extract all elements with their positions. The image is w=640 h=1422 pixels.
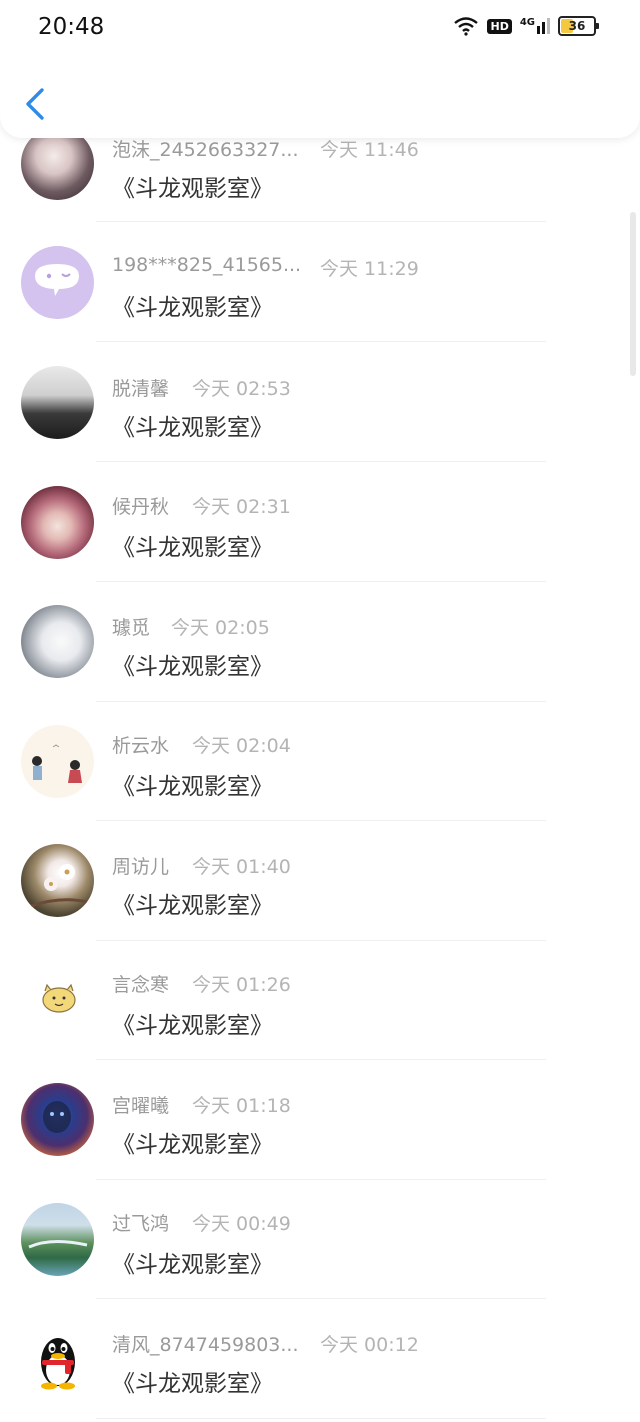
battery-icon: 36	[558, 16, 599, 36]
avatar[interactable]	[21, 366, 94, 439]
message-row[interactable]: 198***825_41565... 今天 11:29 《斗龙观影室》	[0, 222, 600, 342]
avatar[interactable]	[21, 605, 94, 678]
sender-name: 言念寒	[112, 974, 170, 996]
sender-name: 周访儿	[112, 856, 170, 878]
status-time: 20:48	[38, 14, 105, 40]
sender-name: 璩觅	[112, 617, 151, 639]
message-row[interactable]: 候丹秋 今天 02:31 《斗龙观影室》	[0, 462, 600, 582]
sender-name: 198***825_41565...	[112, 254, 302, 276]
message-time: 今天 02:04	[192, 735, 291, 757]
message-time: 今天 01:26	[192, 974, 291, 996]
message-text: 《斗龙观影室》	[112, 1371, 273, 1397]
sender-name: 脱清馨	[112, 378, 170, 400]
message-row[interactable]: 脱清馨 今天 02:53 《斗龙观影室》	[0, 342, 600, 462]
top-header: 20:48 HD 4G 36	[0, 0, 640, 138]
message-row[interactable]: 析云水 今天 02:04 《斗龙观影室》	[0, 701, 600, 821]
message-text: 《斗龙观影室》	[112, 1252, 273, 1278]
message-time: 今天 02:05	[171, 617, 270, 639]
avatar[interactable]	[21, 1083, 94, 1156]
message-text: 《斗龙观影室》	[112, 774, 273, 800]
message-time: 今天 11:29	[320, 258, 419, 280]
message-text: 《斗龙观影室》	[112, 295, 273, 321]
avatar[interactable]	[21, 725, 94, 798]
message-row[interactable]: 璩觅 今天 02:05 《斗龙观影室》	[0, 581, 600, 702]
sender-name: 清风_8747459803...	[112, 1334, 299, 1356]
avatar[interactable]	[21, 1203, 94, 1276]
message-time: 今天 01:18	[192, 1095, 291, 1117]
cell-signal-icon: 4G	[520, 18, 550, 34]
sender-name: 析云水	[112, 735, 170, 757]
message-row[interactable]: 清风_8747459803... 今天 00:12 《斗龙观影室》	[0, 1298, 600, 1419]
message-text: 《斗龙观影室》	[112, 176, 273, 202]
message-text: 《斗龙观影室》	[112, 1013, 273, 1039]
message-time: 今天 00:49	[192, 1213, 291, 1235]
message-row[interactable]: 言念寒 今天 01:26 《斗龙观影室》	[0, 940, 600, 1060]
sender-name: 宫曜曦	[112, 1095, 170, 1117]
avatar[interactable]	[21, 964, 94, 1037]
message-time: 今天 00:12	[320, 1334, 419, 1356]
sender-name: 候丹秋	[112, 496, 170, 518]
wifi-icon	[454, 17, 479, 36]
avatar[interactable]	[21, 486, 94, 559]
message-time: 今天 01:40	[192, 856, 291, 878]
message-time: 今天 11:46	[320, 139, 419, 161]
back-button[interactable]	[20, 84, 50, 124]
message-row[interactable]: 周访儿 今天 01:40 《斗龙观影室》	[0, 820, 600, 941]
message-row[interactable]: 宫曜曦 今天 01:18 《斗龙观影室》	[0, 1059, 600, 1180]
message-time: 今天 02:53	[192, 378, 291, 400]
hd-badge: HD	[487, 18, 512, 34]
status-icons: HD 4G 36	[453, 16, 599, 36]
avatar[interactable]	[21, 844, 94, 917]
scrollbar[interactable]	[630, 212, 636, 376]
message-text: 《斗龙观影室》	[112, 1132, 273, 1158]
sender-name: 泡沫_2452663327...	[112, 139, 299, 161]
chevron-left-icon	[26, 88, 44, 120]
message-text: 《斗龙观影室》	[112, 535, 273, 561]
message-text: 《斗龙观影室》	[112, 415, 273, 441]
divider	[96, 1418, 546, 1419]
message-time: 今天 02:31	[192, 496, 291, 518]
sender-name: 过飞鸿	[112, 1213, 170, 1235]
avatar[interactable]	[21, 1322, 94, 1395]
message-text: 《斗龙观影室》	[112, 654, 273, 680]
message-row[interactable]: 过飞鸿 今天 00:49 《斗龙观影室》	[0, 1179, 600, 1299]
avatar[interactable]	[21, 246, 94, 319]
message-text: 《斗龙观影室》	[112, 893, 273, 919]
